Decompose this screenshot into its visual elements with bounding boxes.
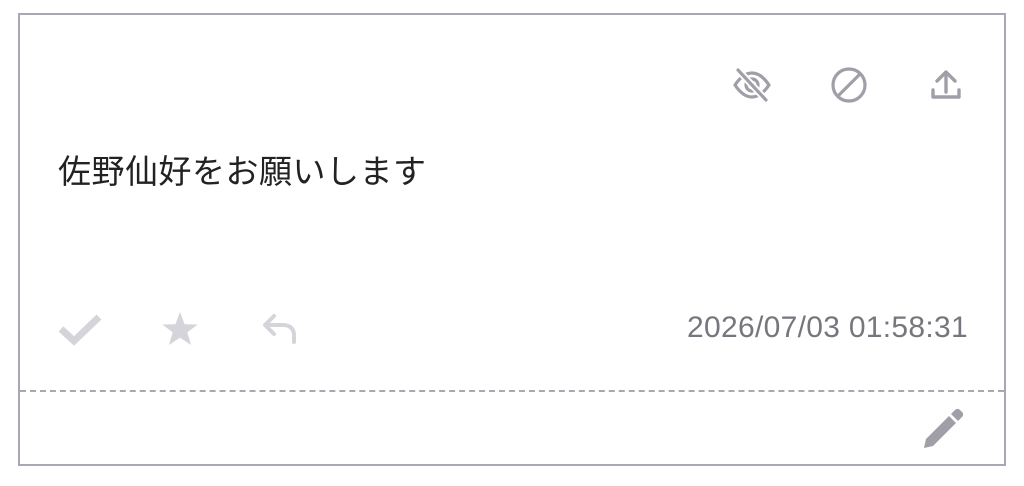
favorite-button[interactable]: [156, 309, 204, 349]
pencil-icon: [924, 408, 964, 448]
mark-done-button[interactable]: [56, 309, 104, 349]
block-button[interactable]: [829, 65, 869, 105]
block-icon: [831, 67, 867, 103]
card-top-actions: [732, 65, 966, 105]
share-button[interactable]: [926, 65, 966, 105]
card-divider: [20, 390, 1004, 392]
hide-button[interactable]: [732, 65, 772, 105]
edit-button[interactable]: [918, 404, 968, 454]
check-icon: [58, 314, 102, 346]
message-card: 佐野仙好をお願いします 2026/07/03 01:58:31: [18, 13, 1006, 466]
card-bottom-actions: [56, 309, 304, 349]
timestamp: 2026/07/03 01:58:31: [687, 311, 968, 344]
upload-icon: [931, 70, 961, 99]
reply-icon: [263, 314, 296, 344]
reply-button[interactable]: [256, 309, 304, 349]
eye-off-icon: [733, 68, 771, 102]
star-icon: [162, 312, 198, 345]
message-text: 佐野仙好をお願いします: [58, 152, 427, 191]
